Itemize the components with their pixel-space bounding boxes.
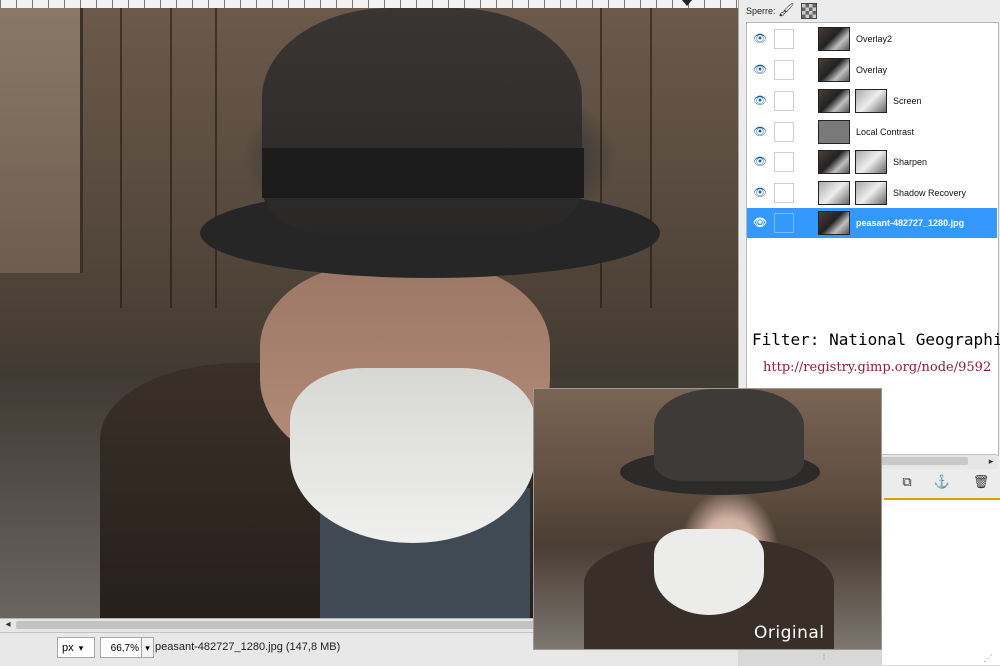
original-hat-crown — [654, 389, 804, 481]
unit-select-value: px — [62, 642, 74, 654]
scroll-right-icon[interactable]: ▸ — [985, 455, 997, 467]
layer-mask-thumbnail[interactable] — [855, 150, 887, 174]
checkerboard-icon[interactable] — [801, 3, 817, 19]
original-beard-region — [654, 529, 764, 615]
eye-icon[interactable]: 👁 — [751, 186, 769, 200]
layer-name: Local Contrast — [856, 127, 915, 137]
canvas-hat-crown — [262, 8, 582, 233]
eye-icon[interactable]: 👁 — [751, 125, 769, 139]
zoom-value: 66,7% — [110, 643, 139, 654]
layer-name: Overlay — [856, 65, 888, 75]
image-info-text: peasant-482727_1280.jpg (147,8 MB) — [155, 641, 341, 653]
chain-toggle[interactable] — [774, 29, 794, 49]
layer-thumbnail — [818, 58, 850, 82]
chain-toggle[interactable] — [774, 183, 794, 203]
chain-toggle[interactable] — [774, 60, 794, 80]
layer-thumbnail — [818, 27, 850, 51]
layer-row[interactable]: 👁 Shadow Recovery — [747, 178, 997, 208]
layer-thumbnail — [818, 89, 850, 113]
trash-icon[interactable]: 🗑 — [972, 474, 990, 490]
resize-grip-icon[interactable]: ⋰ — [978, 652, 998, 664]
lock-label: Sperre: — [746, 6, 776, 16]
layer-name: Shadow Recovery — [893, 188, 967, 198]
anchor-icon[interactable]: ⚓ — [933, 474, 951, 490]
eye-icon[interactable]: 👁 — [751, 63, 769, 77]
layer-thumbnail — [818, 120, 850, 144]
chain-toggle[interactable] — [774, 122, 794, 142]
brush-icon[interactable]: 🖌 — [778, 2, 795, 18]
canvas-plank — [215, 8, 217, 308]
canvas-plank — [650, 8, 652, 308]
chain-toggle[interactable] — [774, 152, 794, 172]
layer-thumbnail — [818, 211, 850, 235]
layer-thumbnail — [818, 181, 850, 205]
layer-mask-thumbnail[interactable] — [855, 181, 887, 205]
empty-dock-area — [882, 500, 1000, 665]
canvas-door-region — [0, 8, 83, 273]
layer-name: Screen — [893, 96, 922, 106]
original-comparison-image: Original — [533, 388, 882, 650]
canvas-hat-band — [262, 148, 584, 198]
canvas-plank — [120, 8, 122, 308]
layer-row[interactable]: 👁 Sharpen — [747, 147, 997, 177]
filter-url-link[interactable]: http://registry.gimp.org/node/9592 — [763, 360, 991, 375]
navigation-grip-icon[interactable]: ⁞ — [816, 652, 832, 662]
eye-icon[interactable]: 👁 — [751, 155, 769, 169]
layer-row[interactable]: 👁 Local Contrast — [747, 117, 997, 147]
layer-name: Overlay2 — [856, 34, 893, 44]
layer-row[interactable]: 👁 Overlay — [747, 55, 997, 85]
chevron-down-icon: ▾ — [78, 643, 84, 653]
layer-mask-thumbnail[interactable] — [855, 89, 887, 113]
original-label: Original — [754, 623, 825, 643]
layer-thumbnail — [818, 150, 850, 174]
filter-caption: Filter: National Geographics — [752, 330, 1000, 349]
merge-down-icon[interactable]: ⧉ — [898, 474, 916, 490]
ruler-pointer-marker — [682, 0, 692, 6]
layer-row-selected[interactable]: 👁 peasant-482727_1280.jpg — [747, 208, 997, 238]
eye-icon[interactable]: 👁 — [751, 94, 769, 108]
unit-select[interactable]: px ▾ — [57, 637, 95, 658]
chain-toggle[interactable] — [774, 91, 794, 111]
layer-row[interactable]: 👁 Overlay2 — [747, 24, 997, 54]
canvas-plank — [170, 8, 172, 308]
eye-icon[interactable]: 👁 — [751, 216, 769, 230]
layer-row[interactable]: 👁 Screen — [747, 86, 997, 116]
scroll-left-icon[interactable]: ◂ — [2, 618, 14, 632]
eye-icon[interactable]: 👁 — [751, 32, 769, 46]
zoom-input[interactable]: 66,7% — [100, 637, 142, 658]
layer-name: Sharpen — [893, 157, 928, 167]
chevron-down-icon: ▾ — [145, 643, 150, 653]
zoom-dropdown-button[interactable]: ▾ — [142, 637, 154, 658]
canvas-scrollbar-thumb[interactable] — [16, 621, 536, 629]
chain-toggle[interactable] — [774, 213, 794, 233]
canvas-beard-region — [290, 368, 535, 543]
layer-name: peasant-482727_1280.jpg — [856, 218, 965, 228]
